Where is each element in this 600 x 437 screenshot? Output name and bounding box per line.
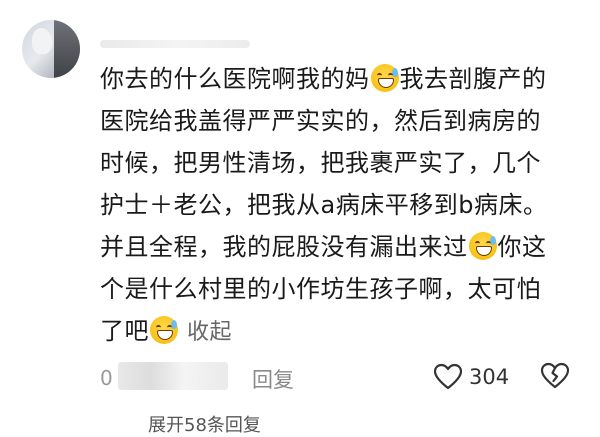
avatar-figure bbox=[32, 28, 52, 54]
like-count: 304 bbox=[469, 365, 510, 389]
laughing-tears-emoji-icon bbox=[370, 64, 399, 92]
comment-footer: 0 回复 304 bbox=[100, 360, 580, 394]
comment-line: 你去的什么医院啊我的妈 我去剖腹产的 bbox=[100, 64, 547, 93]
grinning-sweat-emoji-icon bbox=[150, 316, 178, 344]
comment-line: 护士＋老公，把我从a病床平移到b病床。 bbox=[100, 191, 548, 219]
grinning-sweat-emoji-icon bbox=[468, 232, 497, 260]
expand-replies-link[interactable]: 展开58条回复 bbox=[148, 411, 261, 437]
location-redacted bbox=[118, 362, 228, 390]
reply-button[interactable]: 回复 bbox=[252, 364, 294, 394]
comment-line: 并且全程，我的屁股没有漏出来过 你这 bbox=[100, 232, 547, 261]
comment-line: 医院给我盖得严严实实的，然后到病房的 bbox=[100, 107, 541, 135]
heart-outline-icon bbox=[433, 363, 463, 390]
comment-line: 了吧 收起 bbox=[100, 316, 233, 345]
comment-line: 时候，把男性清场，把我裹严实了，几个 bbox=[100, 149, 541, 177]
broken-heart-icon bbox=[540, 362, 570, 389]
collapse-button[interactable]: 收起 bbox=[187, 320, 232, 345]
avatar[interactable] bbox=[22, 20, 80, 78]
avatar-shadow bbox=[54, 20, 80, 78]
comment-body: 你去的什么医院啊我的妈 我去剖腹产的 医院给我盖得严严实实的，然后到病房的 时候，… bbox=[100, 58, 580, 354]
like-button[interactable]: 304 bbox=[433, 362, 509, 392]
comment-date: 0 bbox=[100, 366, 113, 390]
username-redacted bbox=[100, 40, 250, 48]
dislike-button[interactable] bbox=[540, 362, 570, 394]
comment-line: 个是什么村里的小作坊生孩子啊，太可怕 bbox=[100, 275, 541, 303]
